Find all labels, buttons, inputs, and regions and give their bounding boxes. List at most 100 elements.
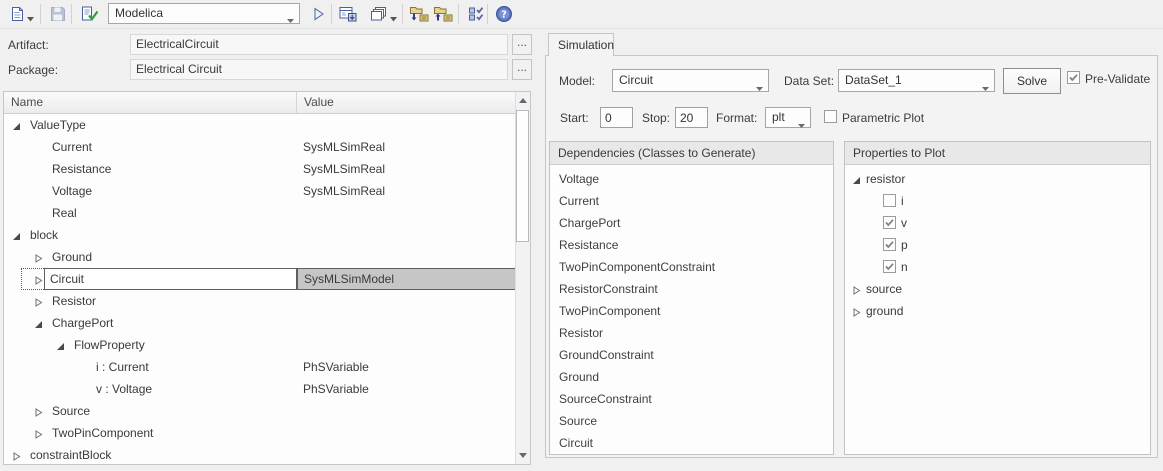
expand-arrow-icon[interactable] bbox=[12, 450, 22, 460]
tree-row[interactable]: CircuitSysMLSimModel bbox=[4, 268, 516, 290]
save-button[interactable] bbox=[45, 2, 71, 28]
plot-tree-row[interactable]: n bbox=[845, 256, 1150, 278]
tree-row[interactable]: ChargePort bbox=[4, 312, 516, 334]
plot-node-label: p bbox=[901, 234, 908, 256]
chevron-down-icon bbox=[756, 80, 763, 94]
plot-tree-row[interactable]: resistor bbox=[845, 168, 1150, 190]
scroll-down-button[interactable] bbox=[516, 447, 530, 464]
tree-cell-name: constraintBlock bbox=[30, 444, 111, 464]
export-from-tree-button[interactable] bbox=[430, 2, 456, 28]
plot-tree-row[interactable]: source bbox=[845, 278, 1150, 300]
format-combobox[interactable]: plt bbox=[765, 107, 811, 128]
tree-cell-name: FlowProperty bbox=[74, 334, 145, 356]
collapse-arrow-icon[interactable] bbox=[12, 120, 22, 130]
pre-validate-label: Pre-Validate bbox=[1085, 72, 1150, 86]
validate-button[interactable] bbox=[76, 2, 102, 28]
toolbar-separator bbox=[458, 4, 459, 24]
dependency-item[interactable]: ResistorConstraint bbox=[550, 278, 833, 300]
dependency-item[interactable]: Current bbox=[550, 190, 833, 212]
import-to-tree-button[interactable] bbox=[406, 2, 432, 28]
dependency-item[interactable]: Voltage bbox=[550, 168, 833, 190]
tree-row[interactable]: TwoPinComponent bbox=[4, 422, 516, 444]
expand-arrow-icon[interactable] bbox=[852, 284, 862, 294]
run-button[interactable] bbox=[306, 2, 332, 28]
model-combobox-value: Circuit bbox=[619, 70, 653, 91]
copy-button[interactable] bbox=[366, 2, 392, 28]
plot-node-label: ground bbox=[866, 300, 903, 322]
tree-cell-name: v : Voltage bbox=[96, 378, 152, 400]
dependency-item[interactable]: Resistor bbox=[550, 322, 833, 344]
toolbar-separator bbox=[487, 4, 488, 24]
artifact-browse-button[interactable]: ... bbox=[512, 34, 532, 55]
package-browse-button[interactable]: ... bbox=[512, 59, 532, 80]
column-header-value[interactable]: Value bbox=[297, 92, 516, 113]
vertical-scrollbar[interactable] bbox=[515, 92, 530, 464]
dependencies-listbox: Dependencies (Classes to Generate) Volta… bbox=[549, 141, 834, 455]
plot-property-checkbox[interactable] bbox=[883, 194, 896, 210]
plot-property-checkbox[interactable] bbox=[883, 216, 896, 232]
plot-tree-row[interactable]: v bbox=[845, 212, 1150, 234]
tree-row[interactable]: v : VoltagePhSVariable bbox=[4, 378, 516, 400]
expand-arrow-icon[interactable] bbox=[852, 306, 862, 316]
scrollbar-thumb[interactable] bbox=[516, 110, 529, 242]
expand-arrow-icon[interactable] bbox=[34, 252, 44, 262]
new-document-caret-icon[interactable] bbox=[27, 11, 34, 25]
collapse-arrow-icon[interactable] bbox=[56, 340, 66, 350]
plot-property-checkbox[interactable] bbox=[883, 260, 896, 276]
tab-simulation[interactable]: Simulation bbox=[548, 33, 614, 56]
tree-cell-name: Source bbox=[52, 400, 90, 422]
plot-property-checkbox[interactable] bbox=[883, 238, 896, 254]
package-field[interactable]: Electrical Circuit bbox=[130, 59, 508, 80]
tree-row[interactable]: Real bbox=[4, 202, 516, 224]
artifact-label: Artifact: bbox=[8, 38, 49, 52]
dependency-item[interactable]: TwoPinComponentConstraint bbox=[550, 256, 833, 278]
tree-row[interactable]: Ground bbox=[4, 246, 516, 268]
dependency-item[interactable]: Circuit bbox=[550, 432, 833, 454]
collapse-arrow-icon[interactable] bbox=[852, 174, 862, 184]
dependency-item[interactable]: Source bbox=[550, 410, 833, 432]
dependency-item[interactable]: Ground bbox=[550, 366, 833, 388]
expand-arrow-icon[interactable] bbox=[34, 406, 44, 416]
column-header-name[interactable]: Name bbox=[4, 92, 297, 113]
tree-row[interactable]: FlowProperty bbox=[4, 334, 516, 356]
tree-row[interactable]: ValueType bbox=[4, 114, 516, 136]
expand-arrow-icon[interactable] bbox=[34, 428, 44, 438]
parametric-plot-checkbox[interactable] bbox=[824, 110, 837, 123]
dependency-item[interactable]: SourceConstraint bbox=[550, 388, 833, 410]
tree-row[interactable]: CurrentSysMLSimReal bbox=[4, 136, 516, 158]
solve-button[interactable]: Solve bbox=[1003, 68, 1061, 94]
tree-row[interactable]: constraintBlock bbox=[4, 444, 516, 464]
profile-combobox[interactable]: Modelica bbox=[108, 3, 300, 24]
tree-row[interactable]: i : CurrentPhSVariable bbox=[4, 356, 516, 378]
tree-row[interactable]: Resistor bbox=[4, 290, 516, 312]
dependency-item[interactable]: ChargePort bbox=[550, 212, 833, 234]
start-input[interactable] bbox=[600, 107, 633, 128]
generate-button[interactable] bbox=[335, 2, 361, 28]
collapse-arrow-icon[interactable] bbox=[12, 230, 22, 240]
plot-tree-row[interactable]: ground bbox=[845, 300, 1150, 322]
stop-label: Stop: bbox=[642, 111, 670, 125]
collapse-arrow-icon[interactable] bbox=[34, 318, 44, 328]
dependency-item[interactable]: GroundConstraint bbox=[550, 344, 833, 366]
plot-tree-row[interactable]: i bbox=[845, 190, 1150, 212]
help-button[interactable]: ? bbox=[491, 2, 517, 28]
tree-row[interactable]: ResistanceSysMLSimReal bbox=[4, 158, 516, 180]
model-combobox[interactable]: Circuit bbox=[612, 69, 769, 92]
dependency-item[interactable]: Resistance bbox=[550, 234, 833, 256]
copy-caret-icon[interactable] bbox=[390, 11, 397, 25]
configure-options-button[interactable] bbox=[463, 2, 489, 28]
dependency-item[interactable]: TwoPinComponent bbox=[550, 300, 833, 322]
tree-cell-name: Circuit bbox=[44, 268, 297, 290]
stop-input[interactable] bbox=[675, 107, 708, 128]
tree-row[interactable]: Source bbox=[4, 400, 516, 422]
tree-row[interactable]: VoltageSysMLSimReal bbox=[4, 180, 516, 202]
pre-validate-checkbox[interactable] bbox=[1067, 71, 1080, 84]
artifact-field[interactable]: ElectricalCircuit bbox=[130, 34, 508, 55]
tree-row[interactable]: block bbox=[4, 224, 516, 246]
data-set-combobox[interactable]: DataSet_1 bbox=[838, 69, 995, 92]
plot-tree-row[interactable]: p bbox=[845, 234, 1150, 256]
expand-arrow-icon[interactable] bbox=[34, 296, 44, 306]
data-set-combobox-value: DataSet_1 bbox=[845, 70, 902, 91]
chevron-down-icon bbox=[798, 117, 805, 131]
scroll-up-button[interactable] bbox=[516, 92, 530, 109]
